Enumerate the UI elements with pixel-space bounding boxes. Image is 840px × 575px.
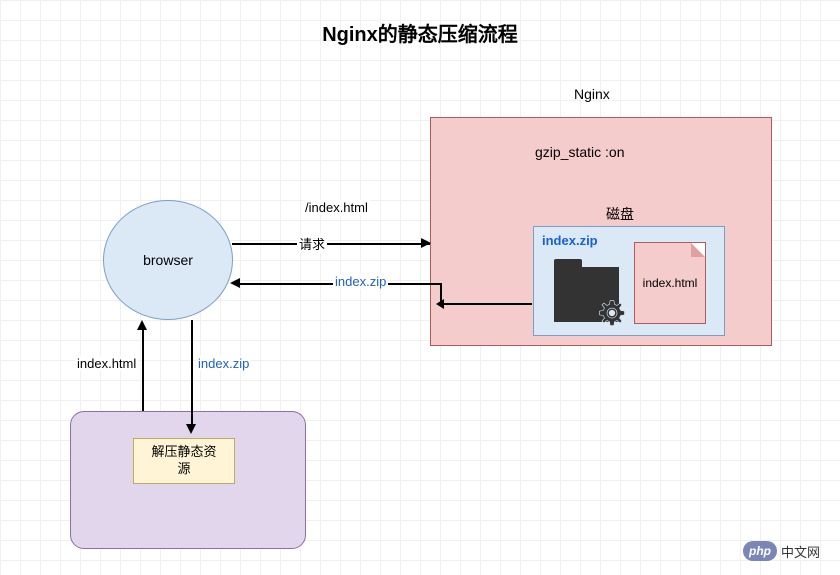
decompress-label: 解压静态资 源 bbox=[151, 444, 216, 478]
file-name-label: index.html bbox=[643, 276, 698, 290]
browser-node: browser bbox=[103, 200, 233, 320]
up-html-label: index.html bbox=[75, 356, 138, 371]
up-arrow-head bbox=[137, 320, 147, 330]
disk-label: 磁盘 bbox=[606, 204, 634, 224]
down-arrow-line bbox=[191, 320, 193, 424]
down-arrow-head bbox=[186, 424, 196, 434]
file-icon: index.html bbox=[634, 242, 706, 324]
gzip-config-label: gzip_static :on bbox=[535, 144, 625, 160]
watermark-text: 中文网 bbox=[781, 542, 820, 561]
response-zip-label: index.zip bbox=[333, 274, 388, 289]
response-arrow-head bbox=[230, 278, 240, 288]
request-arrow-line bbox=[232, 243, 430, 245]
decompress-box: 解压静态资 源 bbox=[133, 438, 235, 484]
disk-container: index.zip index.html bbox=[533, 226, 725, 336]
browser-label: browser bbox=[143, 252, 193, 268]
down-zip-label: index.zip bbox=[196, 356, 251, 371]
zip-filename-label: index.zip bbox=[542, 233, 598, 248]
request-arrow-head bbox=[421, 238, 431, 248]
nginx-container: gzip_static :on 磁盘 index.zip index.html bbox=[430, 117, 772, 346]
response-arrow-seg1 bbox=[440, 303, 532, 305]
request-path-label: /index.html bbox=[303, 200, 370, 215]
php-badge-icon: php bbox=[743, 541, 777, 561]
file-fold-icon bbox=[691, 243, 705, 257]
nginx-label: Nginx bbox=[574, 86, 610, 102]
response-arrow-head2 bbox=[436, 299, 444, 309]
diagram-title: Nginx的静态压缩流程 bbox=[0, 18, 840, 47]
watermark: php 中文网 bbox=[743, 541, 820, 561]
gear-icon bbox=[597, 298, 627, 328]
up-arrow-line bbox=[142, 330, 144, 411]
folder-icon bbox=[554, 267, 619, 322]
request-label: 请求 bbox=[297, 234, 327, 253]
folder-tab-icon bbox=[554, 259, 582, 269]
